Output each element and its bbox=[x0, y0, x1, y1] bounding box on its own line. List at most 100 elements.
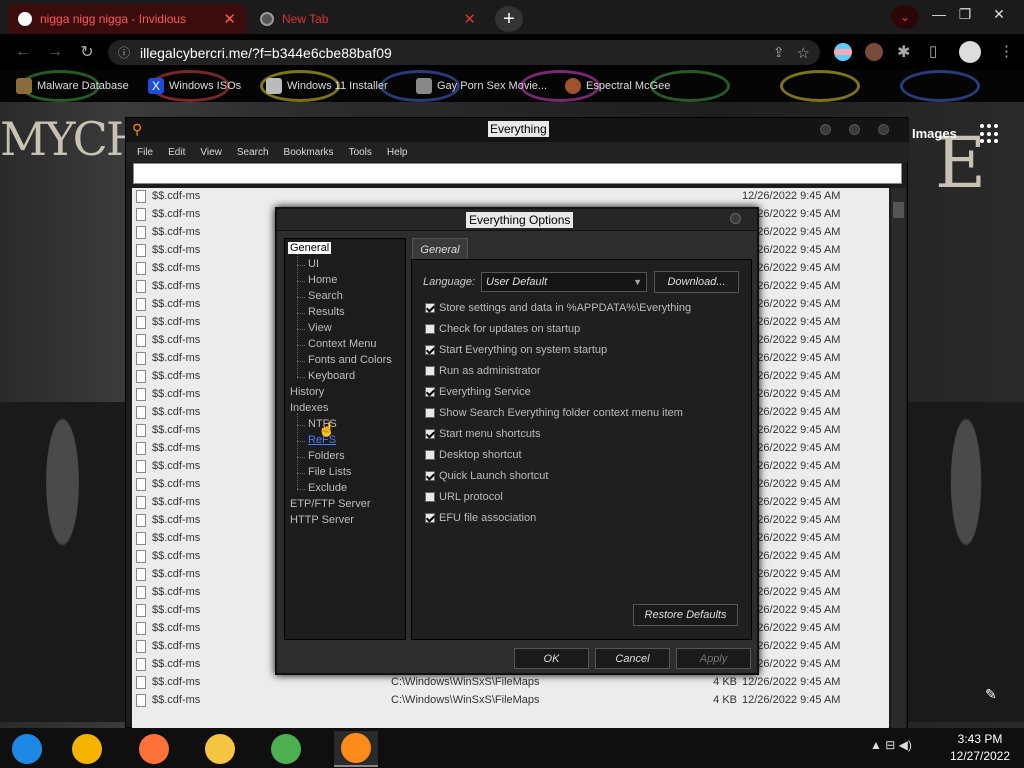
tree-view[interactable]: View bbox=[308, 322, 332, 334]
tree-history[interactable]: History bbox=[290, 386, 324, 398]
tree-general[interactable]: General bbox=[288, 242, 332, 254]
menu-tools[interactable]: Tools bbox=[349, 147, 372, 158]
minimize-button[interactable]: — bbox=[925, 2, 953, 26]
tree-exclude[interactable]: Exclude bbox=[308, 482, 347, 494]
result-row[interactable]: $$.cdf-ms 12/26/2022 9:45 AM bbox=[132, 188, 889, 206]
result-row[interactable]: $$.cdf-ms C:\Windows\WinSxS\FileMaps 4 KB 1… bbox=[132, 674, 889, 692]
taskbar-app-button[interactable] bbox=[264, 731, 308, 767]
taskbar-app-button[interactable] bbox=[5, 731, 49, 767]
bookmark-malware-database[interactable]: Malware Database bbox=[16, 76, 129, 96]
checkbox-unchecked-icon[interactable] bbox=[425, 450, 435, 460]
language-select[interactable]: User Default ▼ bbox=[481, 272, 647, 292]
results-scrollbar[interactable] bbox=[891, 188, 906, 729]
close-window-button[interactable]: ✕ bbox=[985, 2, 1013, 26]
option-checkbox[interactable]: Show Search Everything folder context me… bbox=[425, 407, 683, 419]
cancel-button[interactable]: Cancel bbox=[595, 648, 670, 669]
tree-search[interactable]: Search bbox=[308, 290, 343, 302]
menu-search[interactable]: Search bbox=[237, 147, 269, 158]
profile-avatar-icon[interactable] bbox=[959, 41, 981, 63]
menu-edit[interactable]: Edit bbox=[168, 147, 185, 158]
everything-search-input[interactable] bbox=[133, 163, 902, 184]
checkbox-checked-icon[interactable] bbox=[425, 471, 435, 481]
tree-keyboard[interactable]: Keyboard bbox=[308, 370, 355, 382]
checkbox-unchecked-icon[interactable] bbox=[425, 324, 435, 334]
edit-pencil-icon[interactable]: ✎ bbox=[985, 686, 997, 703]
menu-bookmarks[interactable]: Bookmarks bbox=[284, 147, 334, 158]
tree-ui[interactable]: UI bbox=[308, 258, 319, 270]
tree-home[interactable]: Home bbox=[308, 274, 337, 286]
checkbox-checked-icon[interactable] bbox=[425, 513, 435, 523]
menu-help[interactable]: Help bbox=[387, 147, 408, 158]
extensions-puzzle-icon[interactable]: ✱ bbox=[897, 42, 910, 62]
side-panel-icon[interactable]: ▯ bbox=[929, 42, 937, 60]
checkbox-unchecked-icon[interactable] bbox=[425, 408, 435, 418]
tree-fonts-and-colors[interactable]: Fonts and Colors bbox=[308, 354, 392, 366]
option-checkbox[interactable]: Store settings and data in %APPDATA%\Eve… bbox=[425, 302, 691, 314]
taskbar-app-button[interactable] bbox=[334, 731, 378, 767]
new-tab-button[interactable]: + bbox=[495, 6, 523, 32]
option-checkbox[interactable]: Start menu shortcuts bbox=[425, 428, 541, 440]
checkbox-checked-icon[interactable] bbox=[425, 345, 435, 355]
option-checkbox[interactable]: Run as administrator bbox=[425, 365, 541, 377]
checkbox-checked-icon[interactable] bbox=[425, 303, 435, 313]
option-checkbox[interactable]: URL protocol bbox=[425, 491, 503, 503]
browser-tab-active[interactable]: nigga nigg nigga - Invidious ✕ bbox=[8, 4, 246, 34]
ok-button[interactable]: OK bbox=[514, 648, 589, 669]
option-checkbox[interactable]: Start Everything on system startup bbox=[425, 344, 607, 356]
tree-file-lists[interactable]: File Lists bbox=[308, 466, 351, 478]
option-checkbox[interactable]: Check for updates on startup bbox=[425, 323, 580, 335]
checkbox-unchecked-icon[interactable] bbox=[425, 492, 435, 502]
option-checkbox[interactable]: Desktop shortcut bbox=[425, 449, 522, 461]
maximize-button[interactable] bbox=[849, 124, 860, 135]
taskbar-app-button[interactable] bbox=[198, 731, 242, 767]
bookmark-star-icon[interactable]: ☆ bbox=[797, 44, 810, 62]
download-button[interactable]: Download... bbox=[654, 271, 739, 293]
tree-results[interactable]: Results bbox=[308, 306, 345, 318]
share-icon[interactable]: ⇪ bbox=[773, 44, 785, 61]
reload-icon[interactable]: ↻ bbox=[76, 41, 98, 63]
checkbox-checked-icon[interactable] bbox=[425, 429, 435, 439]
apps-grid-icon[interactable] bbox=[980, 124, 1000, 144]
option-checkbox[interactable]: Everything Service bbox=[425, 386, 531, 398]
result-row[interactable]: $$.cdf-ms C:\Windows\WinSxS\FileMaps 4 KB 1… bbox=[132, 692, 889, 710]
apply-button[interactable]: Apply bbox=[676, 648, 751, 669]
menu-view[interactable]: View bbox=[200, 147, 222, 158]
dialog-close-button[interactable] bbox=[730, 213, 741, 224]
bookmark-espectral-mcgee[interactable]: Espectral McGee bbox=[565, 76, 670, 96]
bookmark-site[interactable]: Gay Porn Sex Movie... bbox=[416, 76, 547, 96]
more-menu-icon[interactable]: ⋮ bbox=[999, 42, 1014, 60]
restore-defaults-button[interactable]: Restore Defaults bbox=[633, 604, 738, 626]
extension-avatar-icon[interactable] bbox=[865, 43, 883, 61]
tree-etp-ftp-server[interactable]: ETP/FTP Server bbox=[290, 498, 370, 510]
site-info-icon[interactable]: ⓘ bbox=[118, 44, 130, 61]
tree-context-menu[interactable]: Context Menu bbox=[308, 338, 376, 350]
scrollbar-thumb[interactable] bbox=[893, 202, 904, 218]
close-tab-icon[interactable]: ✕ bbox=[463, 10, 476, 28]
everything-title-bar[interactable]: ⚲ Everything bbox=[126, 118, 909, 142]
bookmark-windows-isos[interactable]: X Windows ISOs bbox=[148, 76, 241, 96]
option-checkbox[interactable]: Quick Launch shortcut bbox=[425, 470, 548, 482]
checkbox-checked-icon[interactable] bbox=[425, 387, 435, 397]
back-arrow-icon[interactable]: ← bbox=[12, 41, 34, 63]
tree-folders[interactable]: Folders bbox=[308, 450, 345, 462]
close-button[interactable] bbox=[878, 124, 889, 135]
tab-search-chevron-icon[interactable]: ⌄ bbox=[891, 5, 919, 29]
menu-file[interactable]: File bbox=[137, 147, 153, 158]
extension-flag-icon[interactable] bbox=[834, 43, 852, 61]
dialog-title-bar[interactable]: Everything Options bbox=[277, 209, 757, 231]
tree-http-server[interactable]: HTTP Server bbox=[290, 514, 354, 526]
taskbar-app-button[interactable] bbox=[65, 731, 109, 767]
system-tray-icons[interactable]: ▲ ⊟ ◀) bbox=[870, 738, 912, 752]
tab-general[interactable]: General bbox=[412, 238, 468, 260]
taskbar-clock[interactable]: 3:43 PM 12/27/2022 bbox=[944, 731, 1016, 765]
restore-button[interactable]: ❐ bbox=[951, 2, 979, 26]
bookmark-windows-11-installer[interactable]: Windows 11 Installer bbox=[266, 76, 388, 96]
address-bar[interactable]: ⓘ illegalcybercri.me/?f=b344e6cbe88baf09… bbox=[108, 40, 820, 65]
forward-arrow-icon[interactable]: → bbox=[44, 41, 66, 63]
minimize-button[interactable] bbox=[820, 124, 831, 135]
close-tab-icon[interactable]: ✕ bbox=[223, 10, 236, 28]
checkbox-unchecked-icon[interactable] bbox=[425, 366, 435, 376]
images-link[interactable]: Images bbox=[912, 126, 957, 141]
taskbar-app-button[interactable] bbox=[132, 731, 176, 767]
option-checkbox[interactable]: EFU file association bbox=[425, 512, 536, 524]
